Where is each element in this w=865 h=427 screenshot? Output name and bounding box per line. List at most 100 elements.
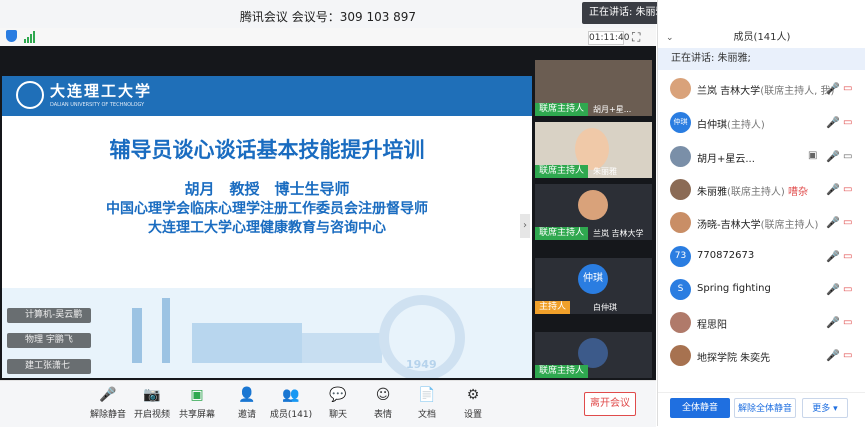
avatar [670,179,691,200]
member-row[interactable]: 仲琪 白仲琪(主持人) 🎤 ▭ [658,108,865,138]
avatar: S [670,279,691,300]
mic-muted-icon[interactable]: 🎤 [826,216,840,230]
member-name: 汤晓-吉林大学(联席主持人) [697,220,819,231]
documents-button[interactable]: 📄 文档 [405,387,449,420]
toolbar-label: 邀请 [237,410,256,420]
avatar: 73 [670,246,691,267]
video-tile[interactable]: 仲琪 主持人 白仲琪 [535,258,652,314]
member-row[interactable]: 兰岚 吉林大学(联席主持人, 我) 🎤 ▭ [658,74,865,104]
mic-muted-icon[interactable]: 🎤 [826,316,840,330]
chat-button[interactable]: 💬 聊天 [316,387,360,420]
video-tile[interactable]: 联席主持人 兰岚 吉林大学 [535,184,652,240]
toolbar-label: 表情 [373,410,392,420]
mic-muted-icon: 🎤 [99,387,117,403]
mute-all-button[interactable]: 全体静音 [670,398,730,418]
member-row[interactable]: 程思阳 🎤 ▭ [658,308,865,338]
more-label: 更多 [812,404,831,414]
participant-caption: 建工张潇七 [7,359,91,374]
slide-header-band: 大连理工大学 DALIAN UNIVERSITY OF TECHNOLOGY [2,76,532,116]
video-tile[interactable]: 联席主持人 胡月+星... [535,60,652,116]
members-panel-footer: 全体静音 解除全体静音 更多 ▾ [658,392,865,427]
members-panel-title: 成员(141人) [733,32,791,43]
members-icon: 👥 [282,387,300,403]
toolbar-label: 成员(141) [269,410,313,420]
member-name: 兰岚 吉林大学(联席主持人, 我) [697,86,835,97]
settings-icon: ⚙ [466,387,480,403]
members-panel: ⌄ 成员(141人) 正在讲话: 朱丽雅; 兰岚 吉林大学(联席主持人, 我) … [657,0,865,427]
mic-speaking-icon[interactable]: 🎤 [826,183,840,197]
member-name: 朱丽雅(联席主持人) 嘈杂 [697,187,808,198]
share-screen-icon: ▣ [190,387,204,403]
chat-icon: 💬 [329,387,347,403]
start-video-button[interactable]: 📷 开启视频 [130,387,174,420]
title-bar: 腾讯会议 会议号：309 103 897 [0,0,656,29]
meeting-toolbar: 🎤 解除静音 📷 开启视频 ▣ 共享屏幕 👤 邀请 👥 成员(141) 💬 聊天… [0,380,656,427]
mic-muted-icon[interactable]: 🎤 [826,283,840,297]
caption-text: 计算机-吴云鹏 [25,310,83,320]
camera-off-icon[interactable]: ▭ [843,350,857,362]
avatar: 仲琪 [578,264,608,294]
invite-icon: 👤 [238,387,256,403]
university-name-en: DALIAN UNIVERSITY OF TECHNOLOGY [50,102,145,108]
signal-icon[interactable] [24,31,36,43]
members-button[interactable]: 👥 成员(141) [269,387,313,420]
camera-off-icon[interactable]: ▭ [843,117,857,129]
member-row[interactable]: S Spring fighting 🎤 ▭ [658,275,865,305]
camera-off-icon: 📷 [143,387,161,403]
member-row[interactable]: 胡月+星云... ▣ 🎤 ▭ [658,142,865,172]
role-tag: 联席主持人 [535,165,589,178]
camera-off-icon[interactable]: ▭ [843,217,857,229]
fullscreen-icon[interactable]: ⛶ [632,30,640,45]
credential-line: 中国心理学会临床心理学注册工作委员会注册督导师 [106,201,428,217]
member-row[interactable]: 地探学院 朱奕先 🎤 ▭ [658,341,865,371]
invite-button[interactable]: 👤 邀请 [225,387,269,420]
video-tile[interactable]: 联席主持人 [535,332,652,378]
emoji-button[interactable]: ☺ 表情 [361,387,405,420]
camera-off-icon[interactable]: ▭ [843,251,857,263]
video-tile[interactable]: 联席主持人 朱丽雅 [535,122,652,178]
more-button[interactable]: 更多 ▾ [802,398,848,418]
member-name: 白仲琪(主持人) [697,120,765,131]
mic-muted-icon[interactable]: 🎤 [826,82,840,96]
camera-off-icon[interactable]: ▭ [843,83,857,95]
toolbar-label: 文档 [417,410,436,420]
mic-muted-icon[interactable]: 🎤 [826,116,840,130]
mic-icon[interactable]: 🎤 [826,150,840,164]
organization-line: 大连理工大学心理健康教育与咨询中心 [148,220,386,236]
unmute-button[interactable]: 🎤 解除静音 [86,387,130,420]
chevron-down-icon: ▾ [833,404,838,414]
avatar [670,345,691,366]
tile-name: 兰岚 吉林大学 [593,229,644,238]
avatar [670,212,691,233]
university-name-cn: 大连理工大学 [50,82,153,100]
role-tag: 主持人 [535,301,571,314]
settings-button[interactable]: ⚙ 设置 [451,387,495,420]
role-tag: 联席主持人 [535,103,589,116]
caption-text: 物理 宇鹏飞 [25,335,73,345]
presenter-line: 胡月 教授 博士生导师 [184,180,350,198]
camera-off-icon[interactable]: ▭ [843,184,857,196]
toolbar-label: 设置 [463,410,482,420]
member-row[interactable]: 汤晓-吉林大学(联席主持人) 🎤 ▭ [658,208,865,238]
member-row[interactable]: 朱丽雅(联席主持人) 嘈杂 🎤 ▭ [658,175,865,205]
member-row[interactable]: 73 770872673 🎤 ▭ [658,242,865,272]
camera-off-icon[interactable]: ▭ [843,317,857,329]
mic-muted-icon[interactable]: 🎤 [826,349,840,363]
toolbar-label: 聊天 [328,410,347,420]
share-screen-button[interactable]: ▣ 共享屏幕 [175,387,219,420]
camera-icon[interactable]: ▭ [843,151,857,163]
member-name: 胡月+星云... [697,154,755,165]
avatar [578,190,608,220]
tile-name: 白仲琪 [593,303,617,312]
camera-off-icon[interactable]: ▭ [843,284,857,296]
avatar [670,78,691,99]
slide-title: 辅导员谈心谈话基本技能提升培训 [109,138,425,162]
speaking-indicator: 正在讲话: 朱丽雅; [658,48,865,70]
shield-icon[interactable] [6,30,17,42]
meeting-timer: 01:11:40 [588,31,630,45]
unmute-all-button[interactable]: 解除全体静音 [734,398,796,418]
participant-caption: 计算机-吴云鹏 [7,308,91,323]
slide-next-arrow-icon[interactable]: › [520,214,530,238]
leave-meeting-button[interactable]: 离开会议 [584,392,636,416]
mic-muted-icon[interactable]: 🎤 [826,250,840,264]
